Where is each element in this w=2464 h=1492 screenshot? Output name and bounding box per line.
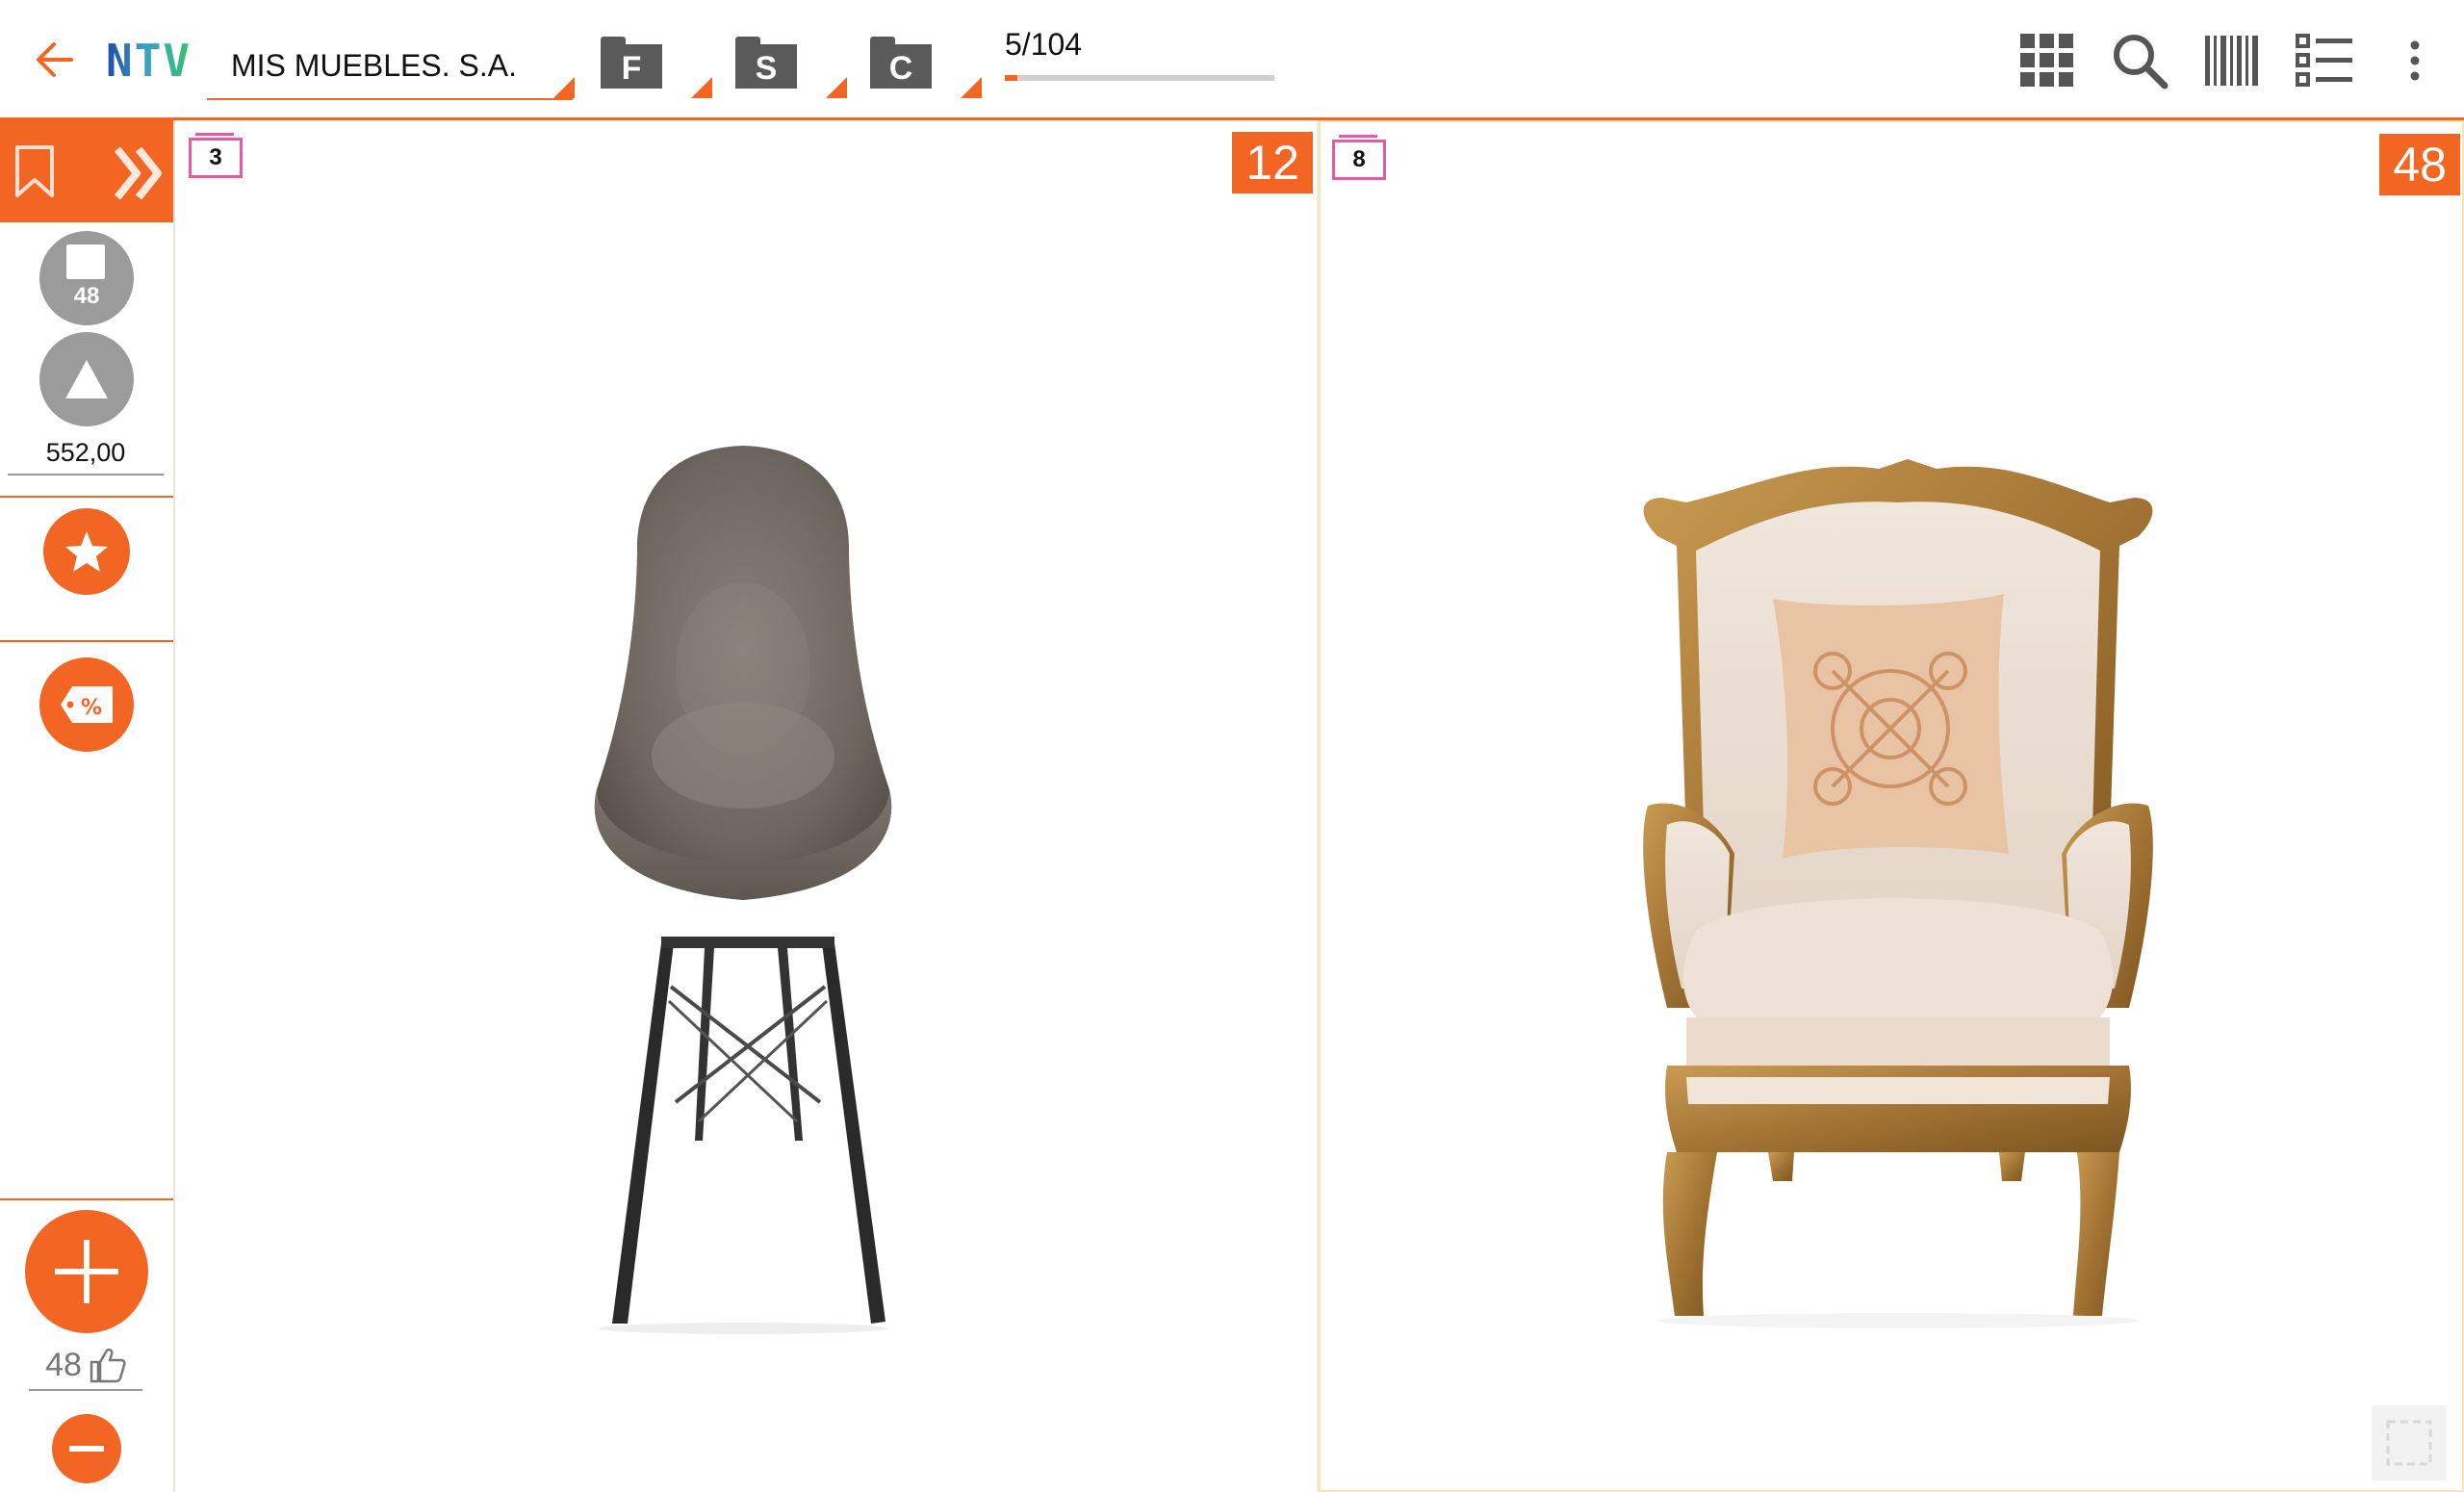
grid-icon[interactable] [2015, 29, 2079, 92]
bookmark-icon[interactable] [13, 143, 56, 204]
folder-c-label: C [870, 44, 932, 89]
remove-quantity-button[interactable] [52, 1414, 121, 1483]
folder-f-label: F [601, 44, 662, 89]
top-app-bar: NTV MIS MUEBLES. S.A. F S C 5/104 [0, 0, 2464, 120]
likes-counter: 48 [29, 1341, 142, 1391]
page-counter: 5/104 [1005, 27, 1083, 62]
thumbs-up-icon[interactable] [88, 1347, 126, 1383]
page-progress-bar[interactable] [1005, 75, 1274, 81]
more-vert-icon[interactable] [2383, 29, 2447, 92]
variant-count-badge: 3 [189, 133, 243, 178]
filter-folder-c[interactable]: C [870, 37, 932, 89]
folder-f-dropdown-icon [691, 77, 712, 98]
divider [0, 1198, 173, 1200]
variant-count-badge: 8 [1332, 135, 1386, 180]
likes-count: 48 [45, 1346, 82, 1383]
triangle-button[interactable] [39, 332, 134, 426]
svg-text:%: % [81, 696, 102, 720]
list-icon[interactable] [2293, 29, 2356, 92]
add-quantity-button[interactable] [25, 1210, 148, 1333]
cart-button[interactable]: 48 [39, 231, 134, 325]
panel-header [0, 120, 173, 222]
product-image[interactable] [512, 409, 974, 1357]
progress-fill [1005, 75, 1018, 81]
back-arrow-icon[interactable] [25, 31, 83, 89]
favorite-button[interactable] [43, 508, 130, 595]
product-card[interactable]: 3 12 [175, 120, 1319, 1492]
barcode-icon[interactable] [2200, 29, 2264, 92]
triangle-icon [65, 360, 108, 399]
discount-button[interactable]: % [39, 657, 134, 752]
company-selector[interactable]: MIS MUEBLES. S.A. [207, 42, 575, 100]
price-value[interactable]: 552,00 [8, 438, 164, 476]
stock-badge: 12 [1232, 132, 1313, 193]
stock-badge: 48 [2379, 134, 2460, 195]
filter-folder-f[interactable]: F [601, 37, 662, 89]
divider [0, 496, 173, 498]
dropdown-corner-icon [553, 77, 575, 98]
company-name: MIS MUEBLES. S.A. [231, 48, 517, 83]
double-chevron-right-icon[interactable] [112, 145, 166, 206]
box-icon [66, 244, 105, 279]
cart-count: 48 [73, 283, 100, 309]
divider [0, 640, 173, 642]
fullscreen-icon[interactable] [2372, 1405, 2447, 1480]
folder-s-dropdown-icon [826, 77, 847, 98]
star-icon [65, 531, 108, 572]
folder-s-label: S [735, 44, 797, 89]
folder-c-dropdown-icon [961, 77, 982, 98]
minus-icon [69, 1446, 104, 1452]
app-logo: NTV [106, 35, 192, 87]
plus-icon [55, 1240, 118, 1303]
product-image[interactable] [1629, 392, 2168, 1359]
left-action-panel: 48 552,00 % 48 [0, 120, 175, 1492]
search-icon[interactable] [2108, 29, 2171, 92]
product-card[interactable]: 8 48 [1319, 120, 2464, 1492]
filter-folder-s[interactable]: S [735, 37, 797, 89]
discount-tag-icon: % [61, 686, 113, 723]
